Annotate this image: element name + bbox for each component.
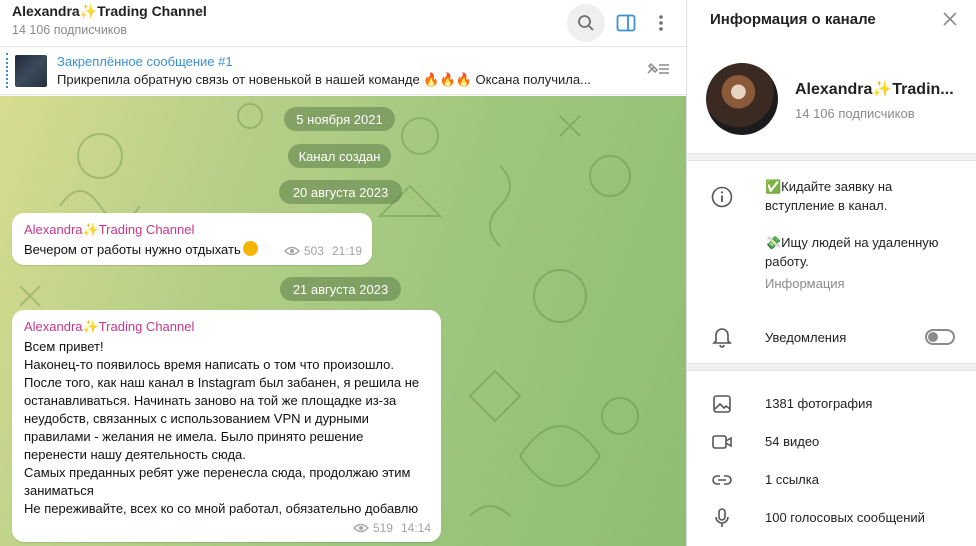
message-meta: 519 14:14	[353, 521, 431, 535]
chat-area: Alexandra✨Trading Channel 14 106 подписч…	[0, 0, 686, 546]
message-text-content: Вечером от работы нужно отдыхать	[24, 242, 241, 257]
info-panel-title: Информация о канале	[710, 11, 876, 28]
bell-icon	[710, 325, 734, 349]
message-meta: 503 21:19	[284, 244, 362, 258]
pinned-text: Прикрепила обратную связь от новенькой в…	[57, 72, 591, 87]
voice-messages-link[interactable]: 100 голосовых сообщений	[765, 510, 925, 525]
channel-subscribers: 14 106 подписчиков	[795, 106, 915, 121]
notifications-toggle[interactable]	[925, 329, 955, 345]
description-line: 💸Ищу людей на удаленную работу.	[765, 235, 939, 269]
notifications-label: Уведомления	[765, 330, 847, 345]
message-text: Всем привет! Наконец-то появилось время …	[24, 339, 420, 516]
view-count: 519	[372, 521, 393, 535]
date-pill: 20 августа 2023	[279, 180, 402, 204]
more-icon	[659, 15, 663, 31]
subscriber-count: 14 106 подписчиков	[12, 23, 128, 37]
chat-header[interactable]: Alexandra✨Trading Channel 14 106 подписч…	[0, 0, 686, 47]
divider	[687, 153, 976, 161]
avatar[interactable]	[706, 63, 778, 135]
pinned-indicator	[6, 53, 8, 88]
channel-title[interactable]: Alexandra✨Trading Channel	[12, 3, 207, 20]
links-link[interactable]: 1 ссылка	[765, 472, 819, 487]
channel-info-panel: Информация о канале Alexandra✨Tradin... …	[686, 0, 976, 546]
description-label: Информация	[765, 276, 845, 291]
photo-icon	[710, 392, 734, 416]
date-pill: 5 ноября 2021	[284, 107, 395, 131]
divider	[687, 363, 976, 371]
message-bubble[interactable]: Alexandra✨Trading Channel Вечером от раб…	[12, 213, 372, 265]
pinned-thumbnail	[15, 55, 47, 87]
relieved-face-emoji	[242, 241, 258, 256]
message-list[interactable]: 5 ноября 2021 Канал создан 20 августа 20…	[0, 96, 686, 546]
message-time: 14:14	[400, 521, 431, 535]
video-icon	[710, 430, 734, 454]
close-icon	[943, 12, 957, 26]
pin-list-button[interactable]	[645, 60, 671, 83]
channel-description[interactable]: ✅Кидайте заявку на вступление в канал. 💸…	[765, 177, 965, 271]
channel-name: Alexandra✨Tradin...	[795, 81, 954, 98]
pin-list-icon	[647, 62, 669, 74]
close-button[interactable]	[942, 11, 958, 32]
eye-icon	[284, 246, 300, 256]
sidebar-toggle-icon	[616, 14, 636, 32]
search-button[interactable]	[567, 4, 605, 42]
pinned-message-bar[interactable]: Закреплённое сообщение #1 Прикрепила обр…	[0, 47, 686, 95]
pinned-title: Закреплённое сообщение #1	[57, 54, 233, 69]
view-count: 503	[303, 244, 324, 258]
description-line: ✅Кидайте заявку на вступление в канал.	[765, 179, 893, 213]
message-author[interactable]: Alexandra✨Trading Channel	[24, 319, 429, 335]
message-author[interactable]: Alexandra✨Trading Channel	[24, 222, 360, 238]
more-button[interactable]	[642, 4, 680, 42]
service-message: Канал создан	[288, 144, 391, 168]
info-icon	[710, 185, 734, 209]
message-bubble[interactable]: Alexandra✨Trading Channel Всем привет! Н…	[12, 310, 441, 542]
photos-link[interactable]: 1381 фотография	[765, 396, 872, 411]
eye-icon	[353, 523, 369, 533]
message-time: 21:19	[331, 244, 362, 258]
mic-icon	[710, 506, 734, 530]
date-pill: 21 августа 2023	[280, 277, 401, 301]
search-icon	[578, 15, 594, 31]
videos-link[interactable]: 54 видео	[765, 434, 819, 449]
link-icon	[710, 468, 734, 492]
toggle-info-panel-button[interactable]	[607, 4, 645, 42]
